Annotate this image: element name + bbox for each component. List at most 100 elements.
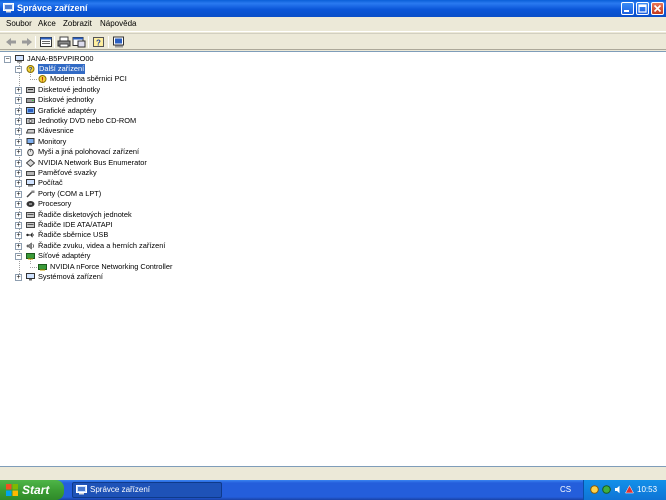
tree-row-pci-modem[interactable]: ! Modem na sběrnici PCI bbox=[26, 74, 246, 84]
collapse-toggle[interactable]: − bbox=[4, 56, 11, 63]
floppy-controller-icon bbox=[26, 212, 35, 218]
expand-toggle[interactable]: + bbox=[15, 232, 22, 239]
volume-icon[interactable] bbox=[614, 485, 623, 494]
tree-row-system-devices[interactable]: + Systémová zařízení bbox=[15, 272, 235, 282]
tree-label: Počítač bbox=[38, 178, 63, 187]
system-device-icon bbox=[26, 273, 35, 281]
safely-remove-icon[interactable] bbox=[602, 485, 611, 494]
refresh-icon[interactable] bbox=[72, 36, 86, 48]
tree-label: Disketové jednotky bbox=[38, 85, 101, 94]
clock[interactable]: 10:53 bbox=[637, 480, 657, 500]
taskbar-window-button[interactable]: Správce zařízení bbox=[72, 482, 222, 498]
svg-text:?: ? bbox=[29, 67, 33, 73]
print-icon[interactable] bbox=[57, 36, 71, 48]
expand-toggle[interactable]: + bbox=[15, 118, 22, 125]
expand-toggle[interactable]: + bbox=[15, 149, 22, 156]
menu-akce[interactable]: Akce bbox=[38, 19, 56, 28]
scan-hardware-icon[interactable] bbox=[112, 36, 126, 48]
tree-row-floppy-drives[interactable]: + Disketové jednotky bbox=[15, 85, 235, 95]
start-button[interactable]: Start bbox=[0, 480, 64, 500]
tree-label: Řadiče disketových jednotek bbox=[38, 210, 132, 219]
tree-row-root[interactable]: − JANA-B5PVPIRO00 bbox=[4, 54, 204, 64]
title-bar[interactable]: Správce zařízení bbox=[0, 0, 666, 17]
forward-icon[interactable] bbox=[20, 36, 34, 48]
toolbar-separator bbox=[35, 36, 36, 48]
taskbar-window-label: Správce zařízení bbox=[90, 485, 151, 494]
expand-toggle[interactable]: + bbox=[15, 87, 22, 94]
tree-row-mice[interactable]: + Myši a jiná polohovací zařízení bbox=[15, 147, 235, 157]
tree-row-usb-controllers[interactable]: + Řadiče sběrnice USB bbox=[15, 230, 235, 240]
sound-icon bbox=[26, 242, 34, 250]
expand-toggle[interactable]: + bbox=[15, 170, 22, 177]
tree-row-computer[interactable]: + Počítač bbox=[15, 178, 235, 188]
tree-connector bbox=[30, 79, 37, 80]
back-icon[interactable] bbox=[4, 36, 18, 48]
tree-row-storage-volumes[interactable]: + Paměťové svazky bbox=[15, 168, 235, 178]
computer-icon bbox=[26, 179, 35, 187]
collapse-toggle[interactable]: − bbox=[15, 66, 22, 73]
close-button[interactable] bbox=[651, 2, 664, 15]
system-tray: 10:53 bbox=[583, 480, 666, 500]
unknown-device-warning-icon: ! bbox=[38, 75, 47, 83]
security-alert-icon[interactable] bbox=[625, 485, 634, 494]
menu-soubor[interactable]: Soubor bbox=[6, 19, 32, 28]
menu-zobrazit[interactable]: Zobrazit bbox=[63, 19, 92, 28]
tree-row-floppy-controllers[interactable]: + Řadiče disketových jednotek bbox=[15, 210, 235, 220]
device-manager-icon bbox=[3, 3, 14, 13]
tree-row-ports[interactable]: + Porty (COM a LPT) bbox=[15, 189, 235, 199]
expand-toggle[interactable]: + bbox=[15, 212, 22, 219]
tree-row-sound-controllers[interactable]: + Řadiče zvuku, videa a herních zařízení bbox=[15, 241, 255, 251]
tree-root-label: JANA-B5PVPIRO00 bbox=[27, 54, 94, 63]
tree-row-disk-drives[interactable]: + Diskové jednotky bbox=[15, 95, 235, 105]
tree-label: Řadiče sběrnice USB bbox=[38, 230, 109, 239]
network-tray-icon[interactable] bbox=[590, 485, 599, 494]
tree-row-processors[interactable]: + Procesory bbox=[15, 199, 235, 209]
toolbar-separator bbox=[88, 36, 89, 48]
expand-toggle[interactable]: + bbox=[15, 243, 22, 250]
tree-row-nforce-controller[interactable]: NVIDIA nForce Networking Controller bbox=[26, 262, 286, 272]
expand-toggle[interactable]: + bbox=[15, 160, 22, 167]
tree-label: Diskové jednotky bbox=[38, 95, 94, 104]
expand-toggle[interactable]: + bbox=[15, 222, 22, 229]
usb-icon bbox=[26, 232, 34, 238]
network-bus-icon bbox=[26, 159, 35, 167]
language-indicator[interactable]: CS bbox=[560, 480, 571, 500]
menu-napoveda[interactable]: Nápověda bbox=[100, 19, 136, 28]
tree-label: Procesory bbox=[38, 199, 72, 208]
expand-toggle[interactable]: + bbox=[15, 191, 22, 198]
expand-toggle[interactable]: + bbox=[15, 97, 22, 104]
storage-volume-icon bbox=[26, 171, 35, 176]
expand-toggle[interactable]: + bbox=[15, 201, 22, 208]
tree-row-ide-controllers[interactable]: + Řadiče IDE ATA/ATAPI bbox=[15, 220, 235, 230]
maximize-button[interactable] bbox=[636, 2, 649, 15]
tree-row-monitors[interactable]: + Monitory bbox=[15, 137, 235, 147]
help-icon[interactable]: ? bbox=[92, 36, 106, 48]
other-devices-icon: ? bbox=[26, 65, 35, 73]
tree-row-dvd-drives[interactable]: + Jednotky DVD nebo CD-ROM bbox=[15, 116, 235, 126]
tree-row-display-adapters[interactable]: + Grafické adaptéry bbox=[15, 106, 235, 116]
start-label: Start bbox=[22, 483, 50, 497]
minimize-button[interactable] bbox=[621, 2, 634, 15]
dvd-drive-icon bbox=[26, 118, 35, 124]
expand-toggle[interactable]: + bbox=[15, 139, 22, 146]
collapse-toggle[interactable]: − bbox=[15, 253, 22, 260]
display-adapter-icon bbox=[26, 107, 35, 114]
expand-toggle[interactable]: + bbox=[15, 128, 22, 135]
tree-label: Řadiče IDE ATA/ATAPI bbox=[38, 220, 113, 229]
device-tree[interactable]: − JANA-B5PVPIRO00 − ? Další zařízení ! M… bbox=[0, 51, 666, 467]
tree-row-other-devices[interactable]: − ? Další zařízení bbox=[15, 64, 215, 74]
menu-bar: Soubor Akce Zobrazit Nápověda bbox=[0, 17, 666, 32]
expand-toggle[interactable]: + bbox=[15, 180, 22, 187]
tree-row-keyboards[interactable]: + Klávesnice bbox=[15, 126, 235, 136]
tree-row-nvidia-bus[interactable]: + NVIDIA Network Bus Enumerator bbox=[15, 158, 235, 168]
tree-label: Řadiče zvuku, videa a herních zařízení bbox=[38, 241, 166, 250]
tree-label: Myši a jiná polohovací zařízení bbox=[38, 147, 140, 156]
minimize-icon bbox=[624, 10, 629, 12]
tree-label: Systémová zařízení bbox=[38, 272, 103, 281]
tree-row-network-adapters[interactable]: − Síťové adaptéry bbox=[15, 251, 235, 261]
expand-toggle[interactable]: + bbox=[15, 108, 22, 115]
expand-toggle[interactable]: + bbox=[15, 274, 22, 281]
device-manager-icon bbox=[76, 485, 87, 495]
properties-icon[interactable] bbox=[39, 36, 53, 48]
port-icon bbox=[26, 190, 35, 198]
